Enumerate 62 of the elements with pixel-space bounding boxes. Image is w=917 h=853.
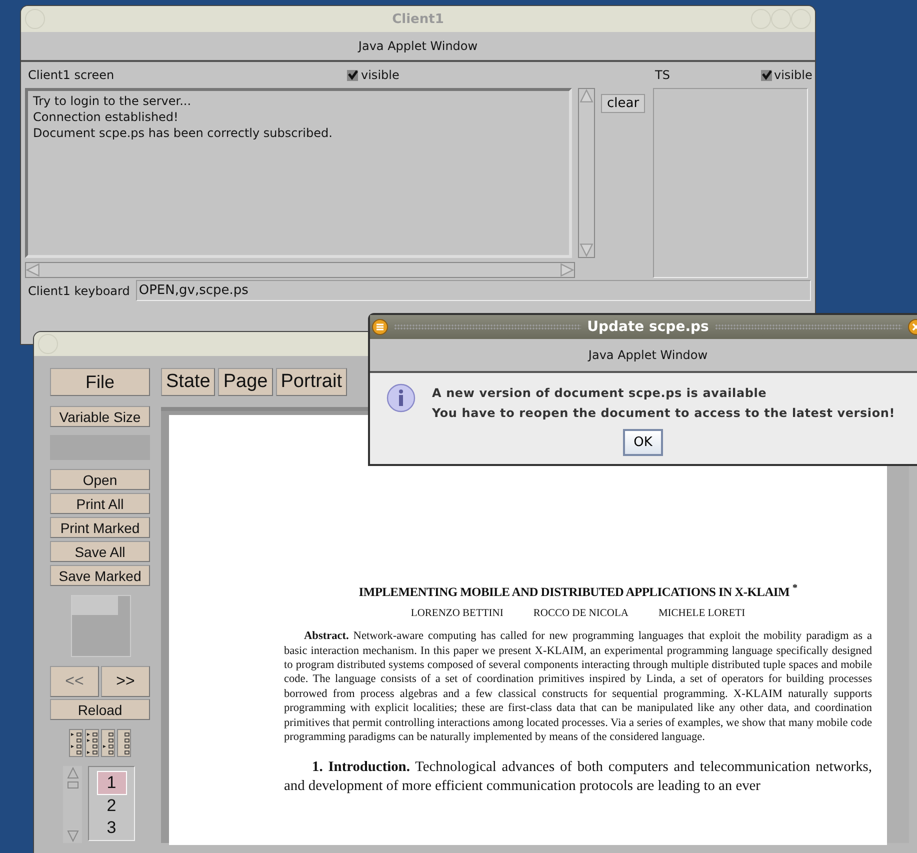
menu-button[interactable]: Portrait <box>276 368 347 396</box>
size-button[interactable]: Variable Size <box>50 406 150 427</box>
author-name: ROCCO DE NICOLA <box>533 608 628 620</box>
introduction-paragraph: 1. Introduction. Technological advances of both computers and telecommunication networks, and development of more efficient communication protocols are leading to an ever <box>284 758 872 796</box>
log-line: Connection established! <box>33 109 180 125</box>
reload-button[interactable]: Reload <box>50 699 150 720</box>
menu-icon[interactable] <box>372 319 388 335</box>
menu-button[interactable]: File <box>50 368 150 396</box>
applet-banner: Java Applet Window <box>370 339 917 373</box>
mark-pages-icon[interactable] <box>85 728 99 758</box>
page-list-scrollbar[interactable] <box>63 766 82 843</box>
keyboard-label: Client1 keyboard <box>28 284 130 298</box>
checkbox[interactable] <box>761 70 772 80</box>
log-line: Document scpe.ps has been correctly subscribed. <box>33 125 334 141</box>
clear-button[interactable]: clear <box>601 94 646 113</box>
checkbox-label: visible <box>361 68 400 82</box>
info-icon <box>386 383 416 413</box>
dialog-title: Update scpe.ps <box>587 319 709 335</box>
window-button[interactable] <box>25 9 45 29</box>
author-name: LORENZO BETTINI <box>410 608 504 620</box>
up-arrow-icon[interactable] <box>579 89 594 103</box>
checkbox-label: visible <box>774 68 812 82</box>
next-button[interactable]: >> <box>101 666 150 697</box>
dialog-message: A new version of document scpe.ps is available <box>432 385 768 402</box>
author-name: MICHELE LORETI <box>658 608 746 620</box>
ts-label: TS <box>655 68 671 82</box>
dialog-message: You have to reopen the document to access to the latest version! <box>432 405 895 422</box>
previous-button[interactable]: << <box>50 666 99 697</box>
menu-button[interactable]: Page <box>218 368 273 396</box>
window-button[interactable] <box>791 9 811 29</box>
document-action-button[interactable]: Open <box>50 469 150 490</box>
keyboard-input-field[interactable]: OPEN,gv,scpe.ps <box>136 280 811 301</box>
left-arrow-icon[interactable] <box>26 263 40 277</box>
document-action-button[interactable]: Save Marked <box>50 565 150 586</box>
viewport-indicator[interactable] <box>72 596 118 615</box>
page-number[interactable]: 2 <box>98 795 126 817</box>
document-action-button[interactable]: Print Marked <box>50 517 150 538</box>
window-title: Client1 <box>392 12 444 26</box>
document-action-button[interactable]: Print All <box>50 493 150 514</box>
window-button[interactable] <box>38 334 58 354</box>
menu-button[interactable]: State <box>161 368 216 396</box>
abstract-paragraph: Abstract. Network-aware computing has called for new programming languages that exploit the mobility paradigm as a basic interaction mechanism. In this paper we present X-KLAIM, an experimental programming language specifically designed to program distributed systems composed of several components interacting through multiple distributed tuple spaces and mobile code. The language consists of a set of coordination primitives inspired by Linda, a set of operators for building processes borrowed from process algebras and a few classical constructs for sequential programming. X-KLAIM naturally supports programming with explicit localities; these are first-class data that can be manipulated like any other data, and coordination primitives that permit controlling interactions among located processes. Via a series of examples, we show that many mobile code programming paradigms can be naturally implemented by means of the considered language. <box>284 629 872 744</box>
screen-label: Client1 screen <box>28 68 116 82</box>
mark-pages-icon[interactable] <box>69 728 83 758</box>
document-action-button[interactable]: Save All <box>50 541 150 562</box>
ok-button[interactable]: OK <box>622 429 664 456</box>
log-text-area[interactable]: Try to login to the server... Connection established! Document scpe.ps has been correctly subscribed. <box>25 88 572 258</box>
checkbox[interactable] <box>347 70 358 80</box>
mark-pages-icon[interactable] <box>101 728 115 758</box>
right-arrow-icon[interactable] <box>560 263 574 277</box>
log-line: Try to login to the server... <box>33 93 192 109</box>
up-arrow-icon[interactable] <box>66 766 80 790</box>
applet-banner: Java Applet Window <box>21 32 815 62</box>
mark-pages-icon[interactable] <box>117 728 131 758</box>
vertical-scrollbar[interactable] <box>578 88 595 258</box>
page-number[interactable]: 1 <box>96 771 126 795</box>
page-number[interactable]: 3 <box>98 817 126 839</box>
down-arrow-icon[interactable] <box>579 243 594 257</box>
paper-title: IMPLEMENTING MOBILE AND DISTRIBUTED APPLICATIONS IN X-KLAIM $^{*}$ <box>358 583 798 600</box>
page-thumbnail[interactable] <box>71 595 131 657</box>
horizontal-scrollbar[interactable] <box>25 262 575 278</box>
down-arrow-icon[interactable] <box>66 829 80 843</box>
